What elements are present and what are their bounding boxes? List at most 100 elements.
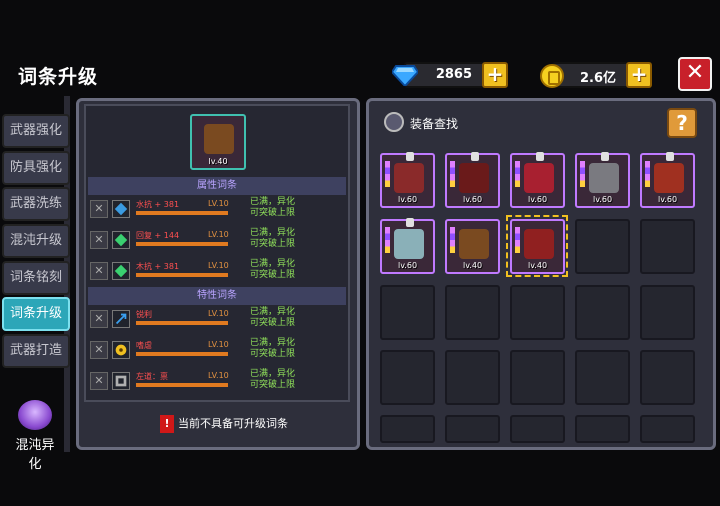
trait-status: 已满，异化 可突破上限 — [250, 338, 296, 359]
attr-level: LV.10 — [208, 261, 229, 270]
search-icon[interactable] — [384, 112, 404, 132]
empty-slot[interactable] — [510, 415, 565, 443]
equipment-level: lv.40 — [462, 261, 483, 270]
close-button[interactable]: ✕ — [678, 57, 712, 91]
trait-level: LV.10 — [208, 371, 229, 380]
rarity-dots — [385, 227, 390, 253]
trait-progress-bar — [136, 321, 228, 325]
attr-status: 已满，异化 可突破上限 — [250, 197, 296, 218]
trait-progress-bar — [136, 383, 228, 387]
warning-icon: ! — [160, 415, 174, 433]
trait-name: 嗜虐 — [136, 341, 152, 350]
empty-slot[interactable] — [380, 285, 435, 340]
equipment-level: lv.60 — [397, 195, 418, 204]
empty-slot[interactable] — [575, 285, 630, 340]
trait-row-0[interactable]: ✕ 锐利 LV.10 已满，异化 可突破上限 — [90, 307, 346, 333]
chaos-orb-icon — [18, 400, 52, 430]
tab-weapon-refine[interactable]: 武器洗练 — [2, 187, 70, 221]
rarity-dots — [515, 227, 520, 253]
empty-slot[interactable] — [575, 219, 630, 274]
water-resist-icon — [112, 200, 130, 218]
bloodlust-icon — [112, 341, 130, 359]
empty-slot[interactable] — [445, 350, 500, 405]
chaos-mutation-button[interactable]: 混沌异化 — [10, 400, 60, 472]
equipment-slot-selected[interactable]: lv.40 — [510, 219, 565, 274]
equipment-level: lv.60 — [657, 195, 678, 204]
attr-row-1[interactable]: ✕ 回复 + 144 LV.10 已满，异化 可突破上限 — [90, 228, 346, 254]
attr-level: LV.10 — [208, 199, 229, 208]
attr-progress-bar — [136, 242, 228, 246]
empty-slot[interactable] — [510, 350, 565, 405]
pin-icon — [471, 152, 479, 161]
pin-icon — [406, 152, 414, 161]
attr-row-0[interactable]: ✕ 水抗 + 381 LV.10 已满，异化 可突破上限 — [90, 197, 346, 223]
tab-affix-engrave[interactable]: 词条铭刻 — [2, 261, 70, 295]
add-diamond-button[interactable]: + — [482, 62, 508, 88]
equipment-slot[interactable]: lv.60 — [380, 218, 435, 274]
chaos-mutation-label: 混沌异化 — [15, 438, 55, 472]
lock-checkbox[interactable]: ✕ — [90, 341, 108, 359]
warning-message: ! 当前不具备可升级词条 — [160, 415, 288, 433]
tab-affix-upgrade[interactable]: 词条升级 — [2, 297, 70, 331]
diamond-icon — [392, 65, 418, 86]
trait-status: 已满，异化 可突破上限 — [250, 307, 296, 328]
empty-slot[interactable] — [640, 415, 695, 443]
attr-row-2[interactable]: ✕ 木抗 + 381 LV.10 已满，异化 可突破上限 — [90, 259, 346, 285]
trait-status: 已满，异化 可突破上限 — [250, 369, 296, 390]
trait-progress-bar — [136, 352, 228, 356]
tab-chaos-upgrade[interactable]: 混沌升级 — [2, 224, 70, 258]
equipment-slot[interactable]: lv.60 — [380, 152, 435, 208]
lock-checkbox[interactable]: ✕ — [90, 372, 108, 390]
tab-weapon-forge[interactable]: 武器打造 — [2, 334, 70, 368]
page-title: 词条升级 — [18, 66, 99, 88]
equipment-art — [459, 229, 489, 259]
equipment-slot[interactable]: lv.60 — [445, 152, 500, 208]
empty-slot[interactable] — [380, 350, 435, 405]
help-button[interactable]: ? — [667, 108, 697, 138]
diamond-count: 2865 — [435, 67, 472, 82]
equipment-art — [654, 163, 684, 193]
lock-checkbox[interactable]: ✕ — [90, 262, 108, 280]
trait-name: 锐利 — [136, 310, 152, 319]
empty-slot[interactable] — [640, 219, 695, 274]
gold-count: 2.6亿 — [579, 71, 616, 86]
gold-coin-icon — [540, 64, 564, 88]
rarity-dots — [450, 161, 455, 187]
attr-progress-bar — [136, 273, 228, 277]
empty-slot[interactable] — [510, 285, 565, 340]
equipment-art — [524, 163, 554, 193]
equipment-slot[interactable]: lv.60 — [510, 152, 565, 208]
tab-weapon-enhance[interactable]: 武器强化 — [2, 114, 70, 148]
lock-checkbox[interactable]: ✕ — [90, 310, 108, 328]
tab-armor-enhance[interactable]: 防具强化 — [2, 151, 70, 185]
attr-name: 回复 + 144 — [136, 231, 180, 240]
empty-slot[interactable] — [575, 350, 630, 405]
equipment-slot[interactable]: lv.60 — [575, 152, 630, 208]
trait-level: LV.10 — [208, 309, 229, 318]
empty-slot[interactable] — [575, 415, 630, 443]
pin-icon — [666, 152, 674, 161]
attr-section-header: 属性词条 — [88, 177, 346, 195]
selected-equipment[interactable]: lv.40 — [190, 114, 246, 170]
trait-row-1[interactable]: ✕ 嗜虐 LV.10 已满，异化 可突破上限 — [90, 338, 346, 364]
add-gold-button[interactable]: + — [626, 62, 652, 88]
empty-slot[interactable] — [640, 350, 695, 405]
trait-level: LV.10 — [208, 340, 229, 349]
lock-checkbox[interactable]: ✕ — [90, 200, 108, 218]
empty-slot[interactable] — [445, 415, 500, 443]
empty-slot[interactable] — [445, 285, 500, 340]
equipment-level: lv.60 — [462, 195, 483, 204]
equipment-slot[interactable]: lv.60 — [640, 152, 695, 208]
rarity-dots — [450, 227, 455, 253]
equipment-art — [589, 163, 619, 193]
empty-slot[interactable] — [380, 415, 435, 443]
selected-level: lv.40 — [208, 157, 228, 166]
attr-level: LV.10 — [208, 230, 229, 239]
trait-row-2[interactable]: ✕ 左道：禀 LV.10 已满，异化 可突破上限 — [90, 369, 346, 395]
left-path-icon — [112, 372, 130, 390]
lock-checkbox[interactable]: ✕ — [90, 231, 108, 249]
equipment-art — [394, 163, 424, 193]
equipment-slot[interactable]: lv.40 — [445, 219, 500, 274]
empty-slot[interactable] — [640, 285, 695, 340]
equipment-art — [394, 229, 424, 259]
